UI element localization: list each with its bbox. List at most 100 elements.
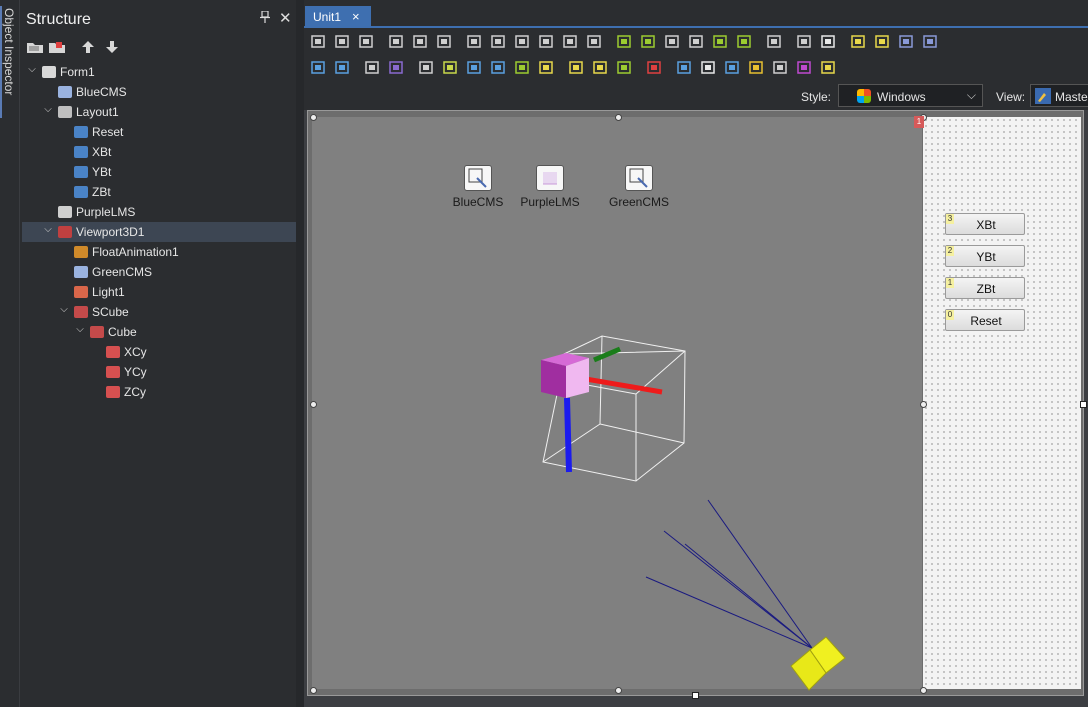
ybt-button[interactable]: 2 YBt xyxy=(945,245,1025,267)
tree-item-greencms[interactable]: GreenCMS xyxy=(22,262,296,282)
nonvisual-bluecms[interactable]: BlueCMS xyxy=(443,165,513,209)
form-resize-handle[interactable] xyxy=(692,692,699,699)
send-back-icon[interactable] xyxy=(898,34,914,49)
tiles-icon[interactable] xyxy=(538,60,554,75)
center-v-icon[interactable] xyxy=(736,34,752,49)
view-dropdown[interactable]: Master xyxy=(1030,84,1088,107)
bring-front-icon[interactable] xyxy=(796,34,812,49)
move-up-icon[interactable] xyxy=(79,39,97,55)
selection-handle[interactable] xyxy=(920,687,927,694)
network-icon[interactable] xyxy=(568,60,584,75)
tree-item-purplelms[interactable]: PurpleLMS xyxy=(22,202,296,222)
space-v-icon[interactable] xyxy=(538,34,554,49)
layout1[interactable]: 3 XBt 2 YBt 1 ZBt 0 Reset xyxy=(923,117,1081,689)
chevron-down-icon[interactable]: ⌵ xyxy=(42,224,54,235)
tree-item-xcy[interactable]: XCy xyxy=(22,342,296,362)
tree-item-layout1[interactable]: ⌵ Layout1 xyxy=(22,102,296,122)
layers-icon[interactable] xyxy=(772,60,788,75)
fill-icon[interactable] xyxy=(442,60,458,75)
selection-handle[interactable] xyxy=(310,687,317,694)
tree-item-light1[interactable]: Light1 xyxy=(22,282,296,302)
space-h-dec-icon[interactable] xyxy=(514,34,530,49)
tree-item-bluecms[interactable]: BlueCMS xyxy=(22,82,296,102)
selection-handle[interactable] xyxy=(310,401,317,408)
panel-splitter[interactable] xyxy=(296,0,304,707)
tree-item-cube[interactable]: ⌵ Cube xyxy=(22,322,296,342)
reset-button[interactable]: 0 Reset xyxy=(945,309,1025,331)
folder-props-icon[interactable] xyxy=(48,39,66,55)
tree-item-ycy[interactable]: YCy xyxy=(22,362,296,382)
list-icon[interactable] xyxy=(796,60,812,75)
tree-item-viewport3d1[interactable]: ⌵ Viewport3D1 xyxy=(22,222,296,242)
nonvisual-purplelms[interactable]: PurpleLMS xyxy=(515,165,585,209)
selection-handle[interactable] xyxy=(920,401,927,408)
align-left-icon[interactable] xyxy=(310,34,326,49)
move-down-icon[interactable] xyxy=(103,39,121,55)
align-grid-icon[interactable] xyxy=(766,34,782,49)
tree-item-scube[interactable]: ⌵ SCube xyxy=(22,302,296,322)
tree-item-zbt[interactable]: ZBt xyxy=(22,182,296,202)
align-center-icon[interactable] xyxy=(358,34,374,49)
pin-icon[interactable] xyxy=(260,10,270,26)
snap-icon[interactable] xyxy=(874,34,890,49)
grid-color-icon[interactable] xyxy=(388,60,404,75)
xbt-button[interactable]: 3 XBt xyxy=(945,213,1025,235)
image-icon[interactable] xyxy=(418,60,434,75)
anchor-icon[interactable] xyxy=(748,60,764,75)
folder-eye-icon[interactable] xyxy=(724,60,740,75)
style-dropdown[interactable]: Windows ⌵ xyxy=(838,84,983,107)
open-folder-icon[interactable] xyxy=(26,39,44,55)
space-h-icon[interactable] xyxy=(466,34,482,49)
selection-handle[interactable] xyxy=(310,114,317,121)
align-top-icon[interactable] xyxy=(388,34,404,49)
tree-item-reset[interactable]: Reset xyxy=(22,122,296,142)
tree-item-ybt[interactable]: YBt xyxy=(22,162,296,182)
lock-controls-icon[interactable] xyxy=(850,34,866,49)
copy-icon[interactable] xyxy=(466,60,482,75)
tree-item-zcy[interactable]: ZCy xyxy=(22,382,296,402)
chevron-down-icon[interactable]: ⌵ xyxy=(26,64,38,75)
tree-item-floatanimation1[interactable]: FloatAnimation1 xyxy=(22,242,296,262)
chevron-down-icon[interactable]: ⌵ xyxy=(58,304,70,315)
shrink-icon[interactable] xyxy=(688,34,704,49)
tree-item-form1[interactable]: ⌵ Form1 xyxy=(22,62,296,82)
viewport3d1[interactable]: BlueCMS PurpleLMS GreenCMS xyxy=(312,117,922,689)
space-v-dec-icon[interactable] xyxy=(586,34,602,49)
align-bottom-icon[interactable] xyxy=(412,34,428,49)
play-icon[interactable] xyxy=(646,60,662,75)
grid-icon[interactable] xyxy=(364,60,380,75)
frame-icon[interactable] xyxy=(334,60,350,75)
space-v-inc-icon[interactable] xyxy=(562,34,578,49)
form1-frame[interactable]: BlueCMS PurpleLMS GreenCMS 3 XBt 2 YBt 1 ZBt 0… xyxy=(307,110,1087,699)
device-icon[interactable] xyxy=(676,60,692,75)
frame-select-icon[interactable] xyxy=(514,60,530,75)
selection-handle[interactable] xyxy=(615,114,622,121)
record-icon[interactable] xyxy=(700,60,716,75)
tab-unit1[interactable]: Unit1 × xyxy=(305,6,371,28)
size-width-icon[interactable] xyxy=(616,34,632,49)
paint-icon[interactable] xyxy=(592,60,608,75)
center-h-icon[interactable] xyxy=(712,34,728,49)
tree-item-xbt[interactable]: XBt xyxy=(22,142,296,162)
align-middle-icon[interactable] xyxy=(436,34,452,49)
zbt-button[interactable]: 1 ZBt xyxy=(945,277,1025,299)
gear-icon[interactable] xyxy=(820,34,836,49)
nonvisual-greencms[interactable]: GreenCMS xyxy=(604,165,674,209)
size-height-icon[interactable] xyxy=(640,34,656,49)
components-icon[interactable] xyxy=(490,60,506,75)
close-icon[interactable]: ✕ xyxy=(279,9,292,27)
object-inspector-tab[interactable]: Object Inspector xyxy=(2,8,16,95)
form-resize-handle[interactable] xyxy=(1080,401,1087,408)
dollar-icon[interactable] xyxy=(820,60,836,75)
wire-icon[interactable] xyxy=(616,60,632,75)
chevron-down-icon[interactable]: ⌵ xyxy=(74,324,86,335)
tab-order-icon[interactable] xyxy=(922,34,938,49)
align-right-icon[interactable] xyxy=(334,34,350,49)
tab-close-icon[interactable]: × xyxy=(352,9,360,24)
select-icon[interactable] xyxy=(310,60,326,75)
selection-handle[interactable] xyxy=(615,687,622,694)
tree-item-label: Form1 xyxy=(60,65,95,79)
space-h-inc-icon[interactable] xyxy=(490,34,506,49)
grow-icon[interactable] xyxy=(664,34,680,49)
chevron-down-icon[interactable]: ⌵ xyxy=(42,104,54,115)
